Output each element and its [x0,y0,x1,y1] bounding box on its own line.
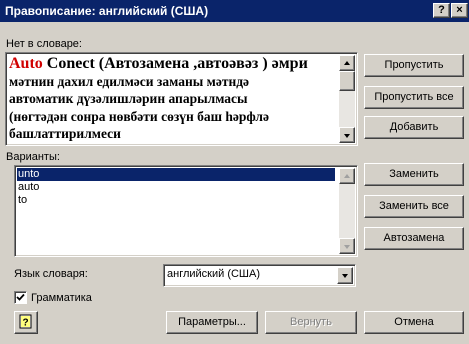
autocorrect-button[interactable]: Автозамена [364,227,464,250]
cancel-button[interactable]: Отмена [364,311,464,334]
suggestion-item[interactable]: auto [17,181,335,194]
scroll-up-button[interactable] [339,168,355,184]
title-bar: Правописание: английский (США) ? × [0,0,469,22]
dictionary-language-label: Язык словаря: [14,268,88,280]
suggestions-label: Варианты: [6,151,60,163]
suggestions-list[interactable]: unto auto to [14,165,358,257]
not-in-dictionary-textbox[interactable]: Auto Conect (Автозамена ,автоәвәз ) әмри… [5,52,358,146]
scroll-up-button[interactable] [339,55,355,71]
suggestions-scrollbar[interactable] [339,168,355,254]
error-word: Auto [9,55,43,72]
suggestion-item[interactable]: unto [17,168,335,181]
options-button[interactable]: Параметры... [166,311,258,334]
grammar-label[interactable]: Грамматика [31,292,92,304]
dictionary-language-value: английский (США) [167,268,261,280]
undo-button[interactable]: Вернуть [265,311,357,334]
arrow-up-icon [344,174,350,178]
check-icon [16,293,25,301]
replace-button[interactable]: Заменить [364,163,464,186]
skip-button[interactable]: Пропустить [364,54,464,77]
arrow-down-icon [344,245,350,249]
svg-text:?: ? [22,318,28,329]
dropdown-button[interactable] [337,267,353,284]
not-in-dictionary-label: Нет в словаре: [6,38,82,50]
grammar-checkbox[interactable] [14,291,27,304]
arrow-down-icon [344,134,350,138]
replace-all-button[interactable]: Заменить все [364,195,464,218]
suggestion-item[interactable]: to [17,194,335,207]
office-assistant-button[interactable]: ? [14,311,38,334]
skip-all-button[interactable]: Пропустить все [364,86,464,109]
help-button[interactable]: ? [433,3,450,18]
add-button[interactable]: Добавить [364,116,464,139]
dictionary-language-select[interactable]: английский (США) [163,264,356,287]
close-button[interactable]: × [451,3,468,18]
not-in-dictionary-text: Auto Conect (Автозамена ,автоәвәз ) әмри… [9,55,308,141]
not-in-dictionary-scrollbar[interactable] [339,55,355,143]
help-assistant-icon: ? [19,314,32,329]
window-title: Правописание: английский (США) [5,4,209,18]
scroll-thumb[interactable] [339,71,355,91]
scroll-down-button[interactable] [339,238,355,254]
scroll-down-button[interactable] [339,127,355,143]
chevron-down-icon [342,274,348,278]
arrow-up-icon [344,61,350,65]
